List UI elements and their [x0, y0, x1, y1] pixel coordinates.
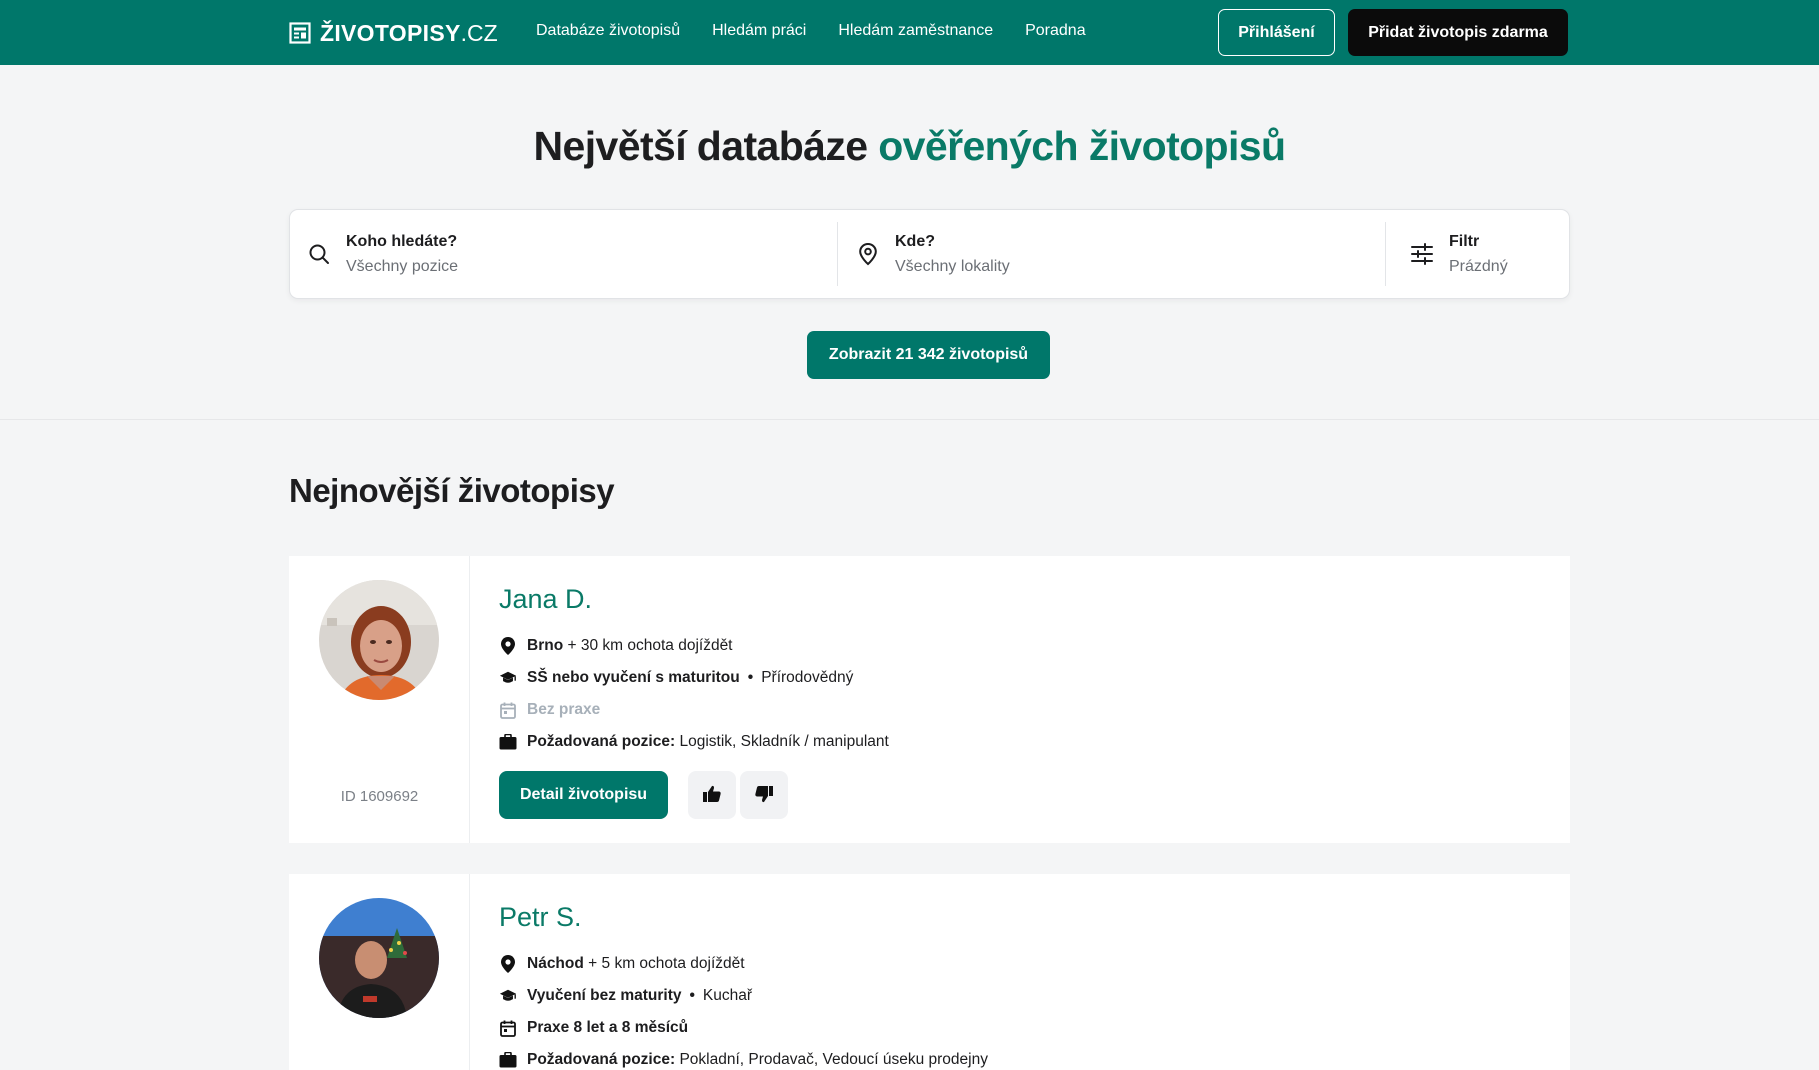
cv-location-row: Brno + 30 km ochota dojíždět [499, 635, 1550, 657]
cv-education: SŠ nebo vyučení s maturitou [527, 669, 740, 686]
title-accent: ověřených životopisů [878, 123, 1286, 169]
thumbs-up-icon [702, 785, 722, 806]
separator-dot: • [747, 669, 754, 686]
nav-item-cv-database[interactable]: Databáze životopisů [536, 20, 680, 42]
position-label: Koho hledáte? [346, 232, 458, 250]
cv-positions: Pokladní, Prodavač, Vedoucí úseku prodej… [679, 1051, 988, 1068]
search-icon [306, 241, 332, 267]
separator-dot: • [689, 987, 695, 1004]
search-position-field[interactable]: Koho hledáte? Všechny pozice [306, 210, 836, 298]
cv-detail-button[interactable]: Detail životopisu [499, 771, 668, 819]
avatar[interactable] [319, 580, 439, 700]
cv-experience-row: Bez praxe [499, 699, 1550, 721]
search-filter-field[interactable]: Filtr Prázdný [1409, 210, 1559, 298]
graduation-cap-icon [499, 987, 517, 1005]
page-title: Největší databáze ověřených životopisů [0, 123, 1819, 170]
document-icon [289, 22, 311, 44]
briefcase-icon [499, 1051, 517, 1069]
cv-card-left: ID 1609692 [289, 556, 470, 843]
location-value: Všechny lokality [895, 257, 1010, 275]
add-cv-button[interactable]: Přidat životopis zdarma [1348, 9, 1568, 56]
location-pin-icon [499, 637, 517, 655]
cv-education-row: SŠ nebo vyučení s maturitou • Přírodovědný [499, 667, 1550, 689]
cv-experience: Bez praxe [527, 701, 601, 718]
avatar[interactable] [319, 898, 439, 1018]
graduation-cap-icon [499, 669, 517, 687]
cv-card: Petr S. Náchod + 5 km ochota dojíždět Vy… [289, 874, 1570, 1070]
nav-item-looking-for-employee[interactable]: Hledám zaměstnance [838, 20, 993, 42]
cv-card-body: Jana D. Brno + 30 km ochota dojíždět SŠ … [499, 584, 1550, 819]
search-divider [1385, 222, 1386, 286]
cv-commute: + 30 km ochota dojíždět [567, 637, 733, 654]
cv-positions-row: Požadovaná pozice: Pokladní, Prodavač, V… [499, 1049, 1550, 1070]
filter-sliders-icon [1409, 241, 1435, 267]
cv-card: ID 1609692 Jana D. Brno + 30 km ochota d… [289, 556, 1570, 843]
filter-label: Filtr [1449, 232, 1480, 250]
nav-item-looking-for-job[interactable]: Hledám práci [712, 20, 806, 42]
calendar-icon [499, 701, 517, 719]
cv-name[interactable]: Petr S. [499, 902, 1550, 933]
filter-value: Prázdný [1449, 257, 1508, 275]
cv-field: Přírodovědný [761, 669, 854, 686]
cv-card-body: Petr S. Náchod + 5 km ochota dojíždět Vy… [499, 902, 1550, 1070]
logo-wordmark: ŽIVOTOPISY [320, 19, 461, 46]
dislike-button[interactable] [740, 771, 788, 819]
search-location-field[interactable]: Kde? Všechny lokality [855, 210, 1385, 298]
cv-actions: Detail životopisu [499, 771, 1550, 819]
cv-positions-row: Požadovaná pozice: Logistik, Skladník / … [499, 731, 1550, 753]
cv-city: Brno [527, 637, 564, 654]
cv-positions: Logistik, Skladník / manipulant [679, 733, 889, 750]
login-button[interactable]: Přihlášení [1218, 9, 1335, 56]
cv-name[interactable]: Jana D. [499, 584, 1550, 615]
search-panel: Koho hledáte? Všechny pozice Kde? Všechn… [289, 209, 1570, 299]
cv-commute: + 5 km ochota dojíždět [588, 955, 745, 972]
nav-item-advice[interactable]: Poradna [1025, 20, 1086, 42]
search-divider [837, 222, 838, 286]
title-prefix: Největší databáze [533, 123, 879, 169]
cv-experience-row: Praxe 8 let a 8 měsíců [499, 1017, 1550, 1039]
main-nav: Databáze životopisů Hledám práci Hledám … [536, 20, 1086, 42]
location-pin-icon [855, 241, 881, 267]
cv-id: ID 1609692 [340, 788, 419, 805]
cv-city: Náchod [527, 955, 584, 972]
position-value: Všechny pozice [346, 257, 459, 275]
show-results-button[interactable]: Zobrazit 21 342 životopisů [807, 331, 1050, 379]
hero-section: Největší databáze ověřených životopisů K… [0, 65, 1819, 420]
cv-education-row: Vyučení bez maturity • Kuchař [499, 985, 1550, 1007]
briefcase-icon [499, 733, 517, 751]
cv-education: Vyučení bez maturity [527, 987, 682, 1004]
cv-field: Kuchař [702, 987, 753, 1004]
latest-cvs-heading: Nejnovější životopisy [289, 472, 615, 509]
top-navigation-bar: ŽIVOTOPISY .CZ Databáze životopisů Hledám… [0, 0, 1819, 65]
location-pin-icon [499, 955, 517, 973]
site-logo[interactable]: ŽIVOTOPISY .CZ [289, 18, 498, 48]
location-label: Kde? [895, 232, 935, 250]
like-button[interactable] [688, 771, 736, 819]
logo-tld: .CZ [460, 19, 498, 46]
position-label: Požadovaná pozice: [527, 1051, 676, 1068]
cv-location-row: Náchod + 5 km ochota dojíždět [499, 953, 1550, 975]
cv-card-left [289, 874, 470, 1070]
calendar-icon [499, 1019, 517, 1037]
position-label: Požadovaná pozice: [527, 733, 676, 750]
cv-experience: Praxe 8 let a 8 měsíců [527, 1019, 689, 1036]
thumbs-down-icon [754, 785, 774, 806]
